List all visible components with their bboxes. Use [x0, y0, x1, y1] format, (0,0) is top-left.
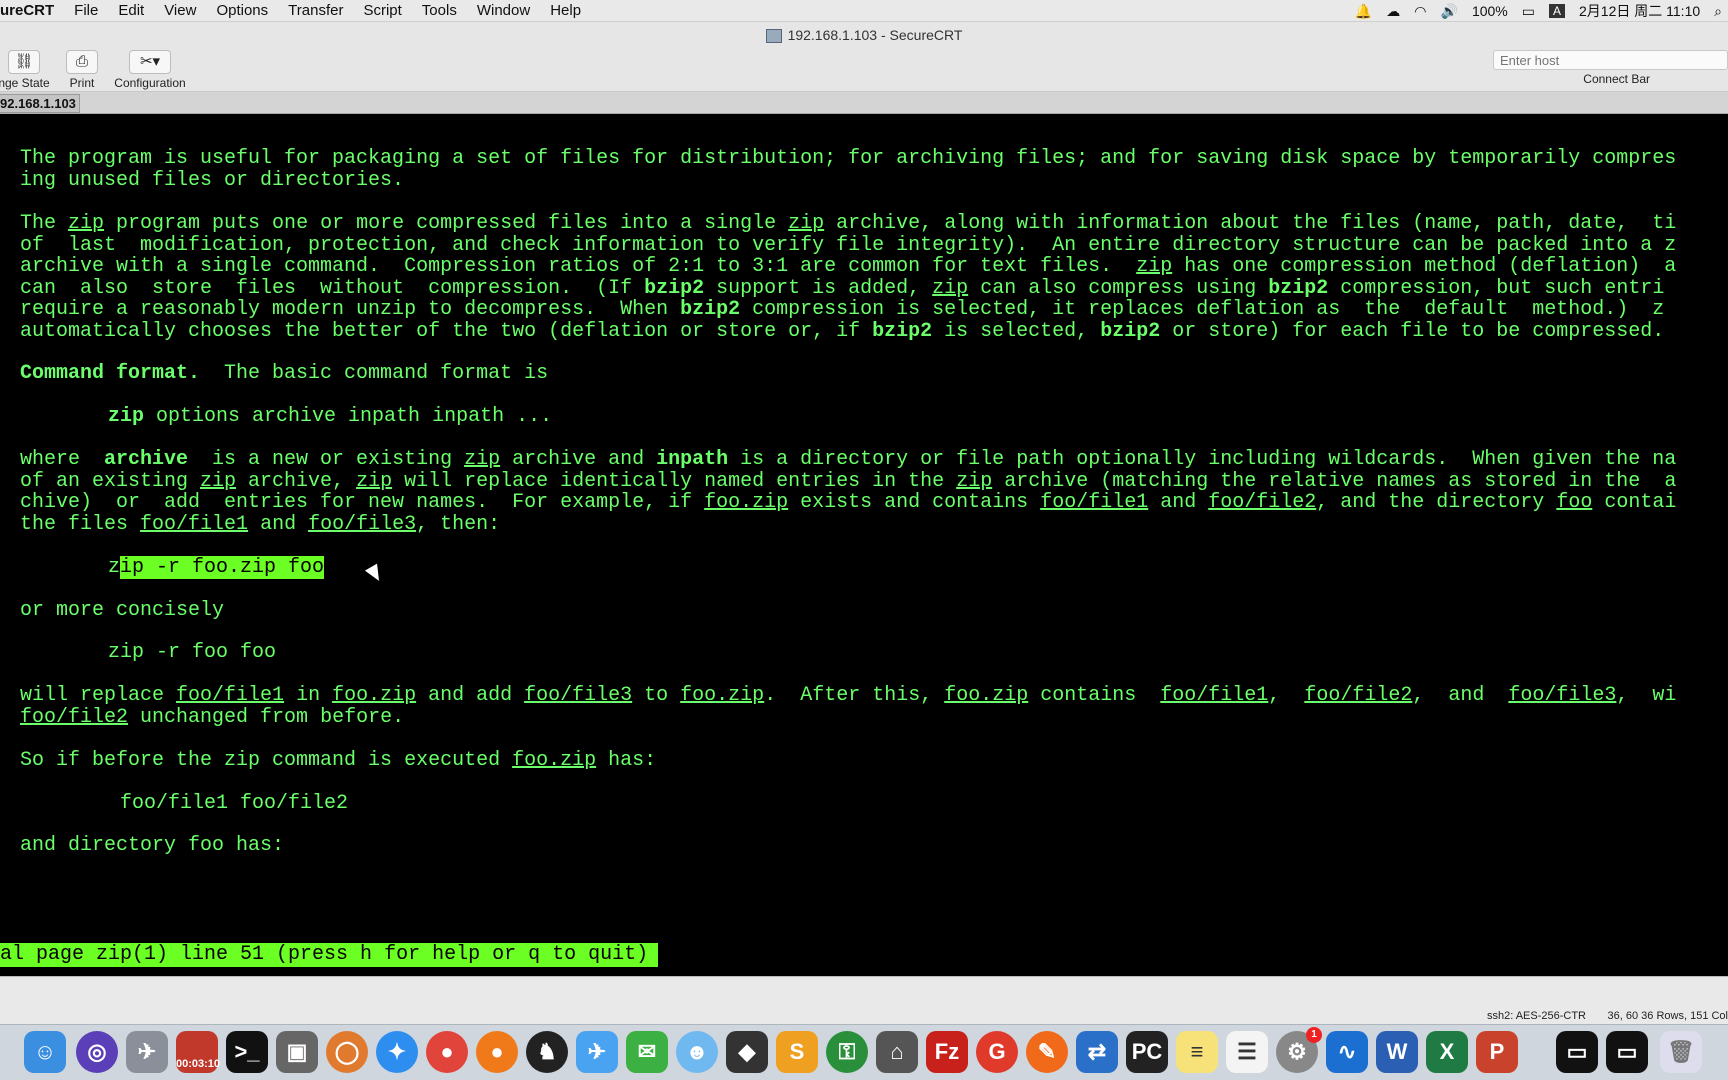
- terminal-icon[interactable]: >_: [226, 1031, 268, 1073]
- menu-edit[interactable]: Edit: [118, 2, 144, 19]
- terminal-line: or more concisely: [20, 599, 225, 622]
- system-preferences-icon[interactable]: ⚙ 1: [1276, 1027, 1322, 1073]
- terminal-line: archive with a single command. Compressi…: [20, 255, 1677, 278]
- configuration-label: Configuration: [114, 76, 186, 90]
- launchpad-icon[interactable]: ✈: [126, 1031, 168, 1073]
- mouse-pointer-icon: [364, 563, 386, 585]
- text-selection[interactable]: ip -r foo.zip foo: [120, 556, 325, 579]
- macos-menubar: ureCRT File Edit View Options Transfer S…: [0, 0, 1728, 22]
- trash-icon[interactable]: 🗑: [1660, 1031, 1702, 1073]
- menu-help[interactable]: Help: [550, 2, 581, 19]
- chrome-icon[interactable]: ●: [426, 1031, 468, 1073]
- cursor-position-status: 36, 60 36 Rows, 151 Col: [1607, 1010, 1728, 1022]
- finder-icon[interactable]: ☺: [24, 1031, 66, 1073]
- window-title: 192.168.1.103 - SecureCRT: [787, 27, 963, 43]
- tools-icon: ✂▾: [129, 50, 171, 74]
- g-app-icon[interactable]: G: [976, 1031, 1018, 1073]
- terminal-line: The zip program puts one or more compres…: [20, 212, 1677, 235]
- keychain-icon[interactable]: ⚿: [826, 1031, 868, 1073]
- notification-badge: 1: [1306, 1027, 1322, 1043]
- wechat-icon[interactable]: ✉: [626, 1031, 668, 1073]
- printer-icon: ⎙: [66, 50, 98, 74]
- excel-icon[interactable]: X: [1426, 1031, 1468, 1073]
- intel-power-gadget-icon[interactable]: ∿: [1326, 1031, 1368, 1073]
- securecrt-icon[interactable]: ▣: [276, 1031, 318, 1073]
- menu-window[interactable]: Window: [477, 2, 530, 19]
- connect-bar-label: Connect Bar: [1583, 72, 1650, 86]
- terminal-line-selected[interactable]: zip -r foo.zip foo: [108, 556, 325, 580]
- change-state-label: nge State: [0, 76, 50, 90]
- chat-app-icon[interactable]: ☻: [676, 1031, 718, 1073]
- terminal-line: The program is useful for packaging a se…: [20, 147, 1677, 170]
- terminal-line: and directory foo has:: [20, 834, 285, 857]
- terminal-line: automatically chooses the better of the …: [20, 320, 1665, 343]
- safari-icon[interactable]: ✦: [376, 1031, 418, 1073]
- terminal-line: foo/file1 foo/file2: [120, 792, 349, 815]
- macos-dock: ☺ ◎ ✈ 00:03:10 >_ ▣ ◯ ✦ ● ● ♞ ✈ ✉ ☻ ◆ S …: [0, 1024, 1728, 1080]
- sublime-text-icon[interactable]: S: [776, 1031, 818, 1073]
- pycharm-icon[interactable]: PC: [1126, 1031, 1168, 1073]
- terminal-line: foo/file2 unchanged from before.: [20, 706, 405, 729]
- menu-script[interactable]: Script: [363, 2, 401, 19]
- qq-icon[interactable]: ♞: [526, 1031, 568, 1073]
- messenger-icon[interactable]: ✈: [576, 1031, 618, 1073]
- reminders-icon[interactable]: ☰: [1226, 1031, 1268, 1073]
- status-bar: ssh2: AES-256-CTR 36, 60 36 Rows, 151 Co…: [0, 976, 1728, 1024]
- print-button[interactable]: ⎙ Print: [60, 48, 104, 90]
- pen-app-icon[interactable]: ✎: [1026, 1031, 1068, 1073]
- terminal-line: zip -r foo foo: [108, 641, 277, 664]
- terminal-line: So if before the zip command is executed…: [20, 749, 657, 772]
- input-method-indicator[interactable]: A: [1549, 4, 1566, 18]
- toolbar: ⛓ nge State ⎙ Print ✂▾ Configuration Con…: [0, 48, 1728, 92]
- session-tab-strip: 92.168.1.103: [0, 92, 1728, 114]
- tab-session[interactable]: 92.168.1.103: [0, 94, 80, 113]
- wifi-icon[interactable]: ◠: [1414, 3, 1426, 20]
- menubar-status-area: 🔔 ☁ ◠ 🔊 100% ▭ A 2月12日 周二 11:10 ⌕: [1355, 0, 1722, 22]
- notification-bell-icon[interactable]: 🔔: [1355, 3, 1372, 20]
- firefox-icon[interactable]: ●: [476, 1031, 518, 1073]
- notes-icon[interactable]: ≡: [1176, 1031, 1218, 1073]
- menu-transfer[interactable]: Transfer: [288, 2, 343, 19]
- browser-icon[interactable]: ◯: [326, 1031, 368, 1073]
- network-app-icon[interactable]: ⇄: [1076, 1031, 1118, 1073]
- terminal-line: Command format. The basic command format…: [20, 362, 549, 385]
- siri-icon[interactable]: ◎: [76, 1031, 118, 1073]
- battery-icon[interactable]: ▭: [1522, 3, 1535, 20]
- terminal-line: where archive is a new or existing zip a…: [20, 448, 1677, 471]
- link-icon: ⛓: [8, 50, 40, 74]
- menu-file[interactable]: File: [74, 2, 98, 19]
- session-icon: [765, 29, 782, 44]
- terminal-line: require a reasonably modern unzip to dec…: [20, 298, 1665, 321]
- spotlight-search-icon[interactable]: ⌕: [1714, 3, 1722, 20]
- enter-host-input[interactable]: [1493, 50, 1728, 70]
- change-state-button[interactable]: ⛓ nge State: [0, 48, 54, 90]
- menu-view[interactable]: View: [164, 2, 196, 19]
- clock[interactable]: 2月12日 周二 11:10: [1579, 1, 1700, 21]
- pager-status-line: al page zip(1) line 51 (press h for help…: [0, 943, 659, 967]
- terminal-area[interactable]: The program is useful for packaging a se…: [0, 114, 1728, 976]
- powerpoint-icon[interactable]: P: [1476, 1031, 1518, 1073]
- terminal-line: the files foo/file1 and foo/file3, then:: [20, 513, 501, 536]
- screen-recorder-icon[interactable]: 00:03:10: [176, 1031, 220, 1073]
- volume-icon[interactable]: 🔊: [1441, 3, 1458, 20]
- cloud-icon[interactable]: ☁: [1386, 3, 1400, 20]
- window-thumbnail-2[interactable]: ▭: [1606, 1031, 1648, 1073]
- terminal-line: ing unused files or directories.: [20, 169, 405, 192]
- print-label: Print: [69, 76, 95, 90]
- alfred-icon[interactable]: ◆: [726, 1031, 768, 1073]
- terminal-line: chive) or add entries for new names. For…: [20, 491, 1677, 514]
- menu-options[interactable]: Options: [216, 2, 268, 19]
- menu-tools[interactable]: Tools: [422, 2, 457, 19]
- time-machine-icon[interactable]: ⌂: [876, 1031, 918, 1073]
- filezilla-icon[interactable]: Fz: [926, 1031, 968, 1073]
- battery-percent: 100%: [1471, 3, 1508, 19]
- cipher-status: ssh2: AES-256-CTR: [1486, 1010, 1586, 1022]
- window-thumbnail-1[interactable]: ▭: [1556, 1031, 1598, 1073]
- word-icon[interactable]: W: [1376, 1031, 1418, 1073]
- terminal-line: zip options archive inpath inpath ...: [108, 405, 553, 428]
- window-titlebar: 192.168.1.103 - SecureCRT: [0, 22, 1728, 48]
- app-menu[interactable]: ureCRT: [0, 2, 54, 19]
- configuration-button[interactable]: ✂▾ Configuration: [108, 48, 192, 90]
- terminal-line: will replace foo/file1 in foo.zip and ad…: [20, 684, 1677, 707]
